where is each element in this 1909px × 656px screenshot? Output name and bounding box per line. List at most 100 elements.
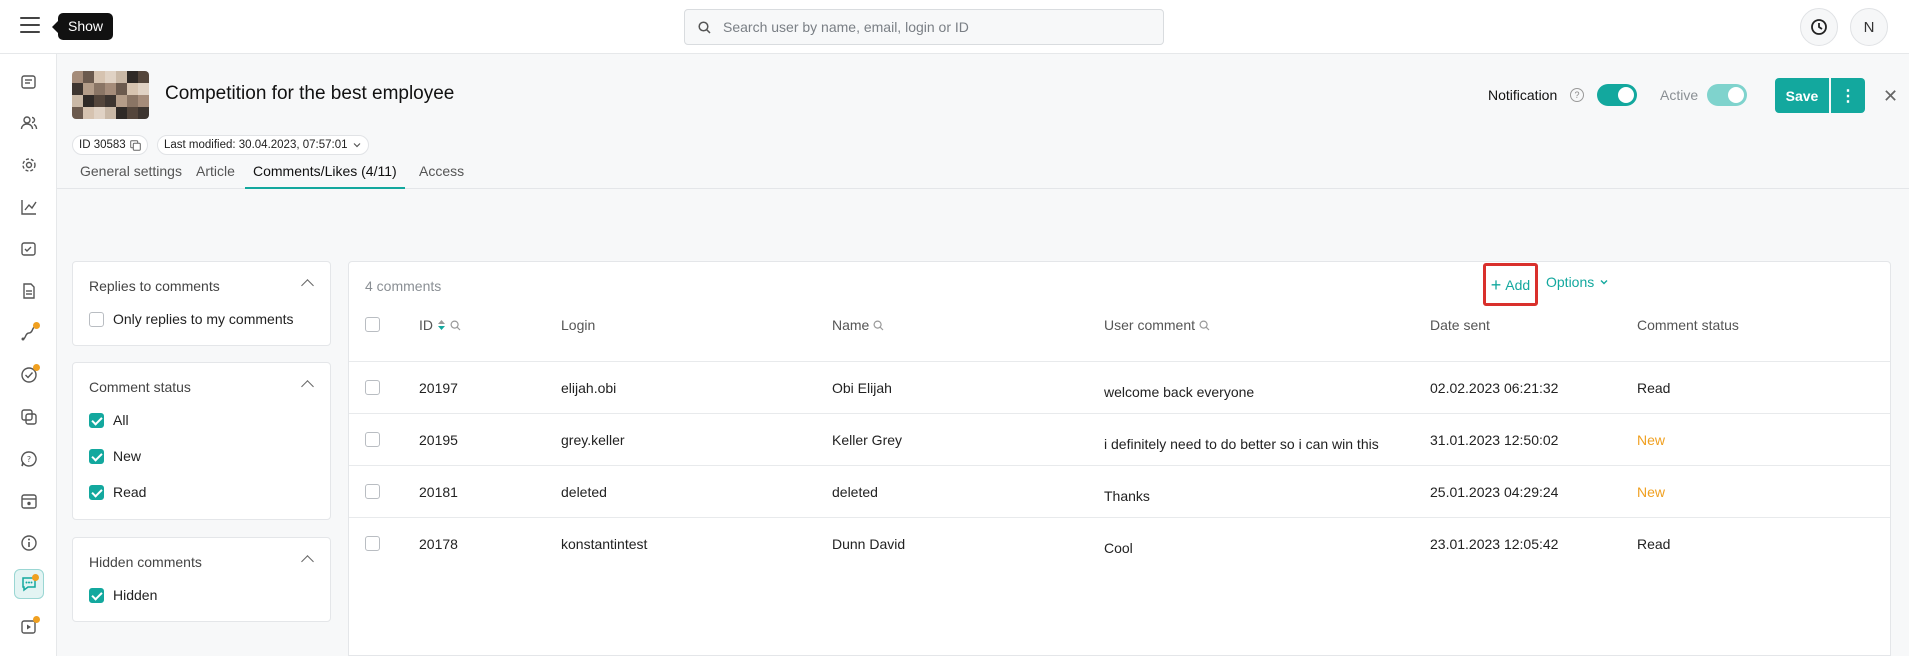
checkbox[interactable]: [89, 448, 104, 464]
cell-date: 02.02.2023 06:21:32: [1430, 380, 1559, 396]
cell-comment: Cool: [1104, 540, 1133, 556]
thumbnail-tile: [83, 107, 94, 119]
cell-login: deleted: [561, 484, 607, 500]
search-box[interactable]: [684, 9, 1164, 45]
sidebar: ?: [0, 54, 57, 656]
row-checkbox[interactable]: [365, 432, 380, 447]
tab-comments-likes[interactable]: Comments/Likes (4/11): [245, 161, 405, 189]
thumbnail-tile: [138, 95, 149, 107]
row-checkbox[interactable]: [365, 484, 380, 499]
table-row[interactable]: 20178 konstantintest Dunn David Cool 23.…: [349, 517, 1890, 569]
page-title: Competition for the best employee: [165, 83, 455, 104]
row-checkbox[interactable]: [365, 536, 380, 551]
column-label: Date sent: [1430, 317, 1490, 333]
options-dropdown[interactable]: Options: [1546, 274, 1609, 290]
tab-access[interactable]: Access: [411, 161, 472, 189]
document-icon[interactable]: [14, 276, 44, 306]
hidden-checkbox[interactable]: Hidden: [89, 587, 157, 603]
menu-icon[interactable]: [20, 17, 40, 37]
thumbnail-tile: [83, 83, 94, 95]
column-comment-status: Comment status: [1637, 317, 1739, 333]
calendar-icon[interactable]: [14, 486, 44, 516]
search-icon[interactable]: [1199, 319, 1210, 331]
search-icon[interactable]: [873, 319, 884, 331]
notification-toggle[interactable]: [1597, 84, 1637, 106]
column-name[interactable]: Name: [832, 317, 884, 333]
checkbox[interactable]: [365, 432, 380, 447]
checkbox[interactable]: [365, 317, 380, 332]
thumbnail-tile: [127, 95, 138, 107]
cell-login: konstantintest: [561, 536, 648, 552]
id-chip[interactable]: ID 30583: [72, 135, 148, 155]
cell-status: Read: [1637, 380, 1671, 396]
table-row[interactable]: 20181 deleted deleted Thanks 25.01.2023 …: [349, 465, 1890, 517]
thumbnail-tile: [138, 71, 149, 83]
table-row[interactable]: 20197 elijah.obi Obi Elijah welcome back…: [349, 361, 1890, 413]
only-my-replies-checkbox[interactable]: Only replies to my comments: [89, 311, 294, 327]
cell-status: New: [1637, 432, 1666, 448]
video-icon[interactable]: [14, 612, 44, 642]
chevron-down-icon: [1600, 280, 1608, 285]
last-modified-chip[interactable]: Last modified: 30.04.2023, 07:57:01: [157, 135, 369, 155]
select-all-checkbox[interactable]: [365, 317, 380, 332]
cell-date: 25.01.2023 04:29:24: [1430, 484, 1559, 500]
row-checkbox[interactable]: [365, 380, 380, 395]
status-all-checkbox[interactable]: All: [89, 412, 129, 428]
checkbox[interactable]: [89, 311, 104, 327]
sort-icon[interactable]: [437, 319, 446, 331]
add-button[interactable]: + Add: [1483, 263, 1538, 306]
thumbnail-tile: [94, 95, 105, 107]
tasks-icon[interactable]: [14, 234, 44, 264]
info-icon[interactable]: [14, 528, 44, 558]
table-row[interactable]: 20195 grey.keller Keller Grey i definite…: [349, 413, 1890, 465]
chevron-up-icon[interactable]: [301, 279, 314, 292]
options-label: Options: [1546, 274, 1595, 290]
question-chat-icon[interactable]: ?: [14, 444, 44, 474]
users-icon[interactable]: [14, 108, 44, 138]
avatar[interactable]: N: [1850, 8, 1888, 46]
comments-icon[interactable]: [14, 569, 44, 599]
column-user-comment[interactable]: User comment: [1104, 317, 1210, 333]
help-icon[interactable]: ?: [1570, 88, 1584, 102]
cell-status: Read: [1637, 536, 1671, 552]
cell-date: 23.01.2023 12:05:42: [1430, 536, 1559, 552]
more-options-icon[interactable]: ⋮: [1831, 78, 1865, 113]
chevron-up-icon[interactable]: [301, 380, 314, 393]
menu-tooltip: Show: [51, 13, 114, 40]
copy-icon[interactable]: [129, 139, 141, 151]
status-new-checkbox[interactable]: New: [89, 448, 141, 464]
check-circle-icon[interactable]: [14, 360, 44, 390]
analytics-icon[interactable]: [14, 192, 44, 222]
gear-icon[interactable]: [14, 150, 44, 180]
checkbox[interactable]: [365, 484, 380, 499]
thumbnail-tile: [105, 71, 116, 83]
thumbnail-tile: [116, 107, 127, 119]
route-icon[interactable]: [14, 318, 44, 348]
comments-table: 4 comments + Add Options ID Login Name U…: [348, 261, 1891, 656]
tab-article[interactable]: Article: [188, 161, 243, 189]
checkbox[interactable]: [89, 484, 104, 500]
last-modified-label: Last modified: 30.04.2023, 07:57:01: [164, 139, 348, 151]
active-toggle[interactable]: [1707, 84, 1747, 106]
column-id[interactable]: ID: [419, 317, 461, 333]
chevron-up-icon[interactable]: [301, 555, 314, 568]
comment-count: 4 comments: [365, 278, 442, 294]
tab-general-settings[interactable]: General settings: [72, 161, 190, 189]
save-button[interactable]: Save: [1775, 78, 1829, 113]
checkbox[interactable]: [365, 536, 380, 551]
checkbox[interactable]: [89, 587, 104, 603]
copy-icon[interactable]: [14, 402, 44, 432]
history-icon[interactable]: [1800, 8, 1838, 46]
panel-title: Replies to comments: [89, 278, 220, 294]
news-icon[interactable]: [14, 67, 44, 97]
checkbox[interactable]: [365, 380, 380, 395]
status-read-checkbox[interactable]: Read: [89, 484, 146, 500]
cell-login: grey.keller: [561, 432, 625, 448]
top-bar: Show N: [0, 0, 1909, 54]
checkbox[interactable]: [89, 412, 104, 428]
search-input[interactable]: [723, 10, 1153, 44]
id-chip-label: ID 30583: [79, 139, 126, 151]
cell-login: elijah.obi: [561, 380, 617, 396]
close-icon[interactable]: ✕: [1883, 86, 1898, 107]
search-icon[interactable]: [450, 319, 461, 331]
